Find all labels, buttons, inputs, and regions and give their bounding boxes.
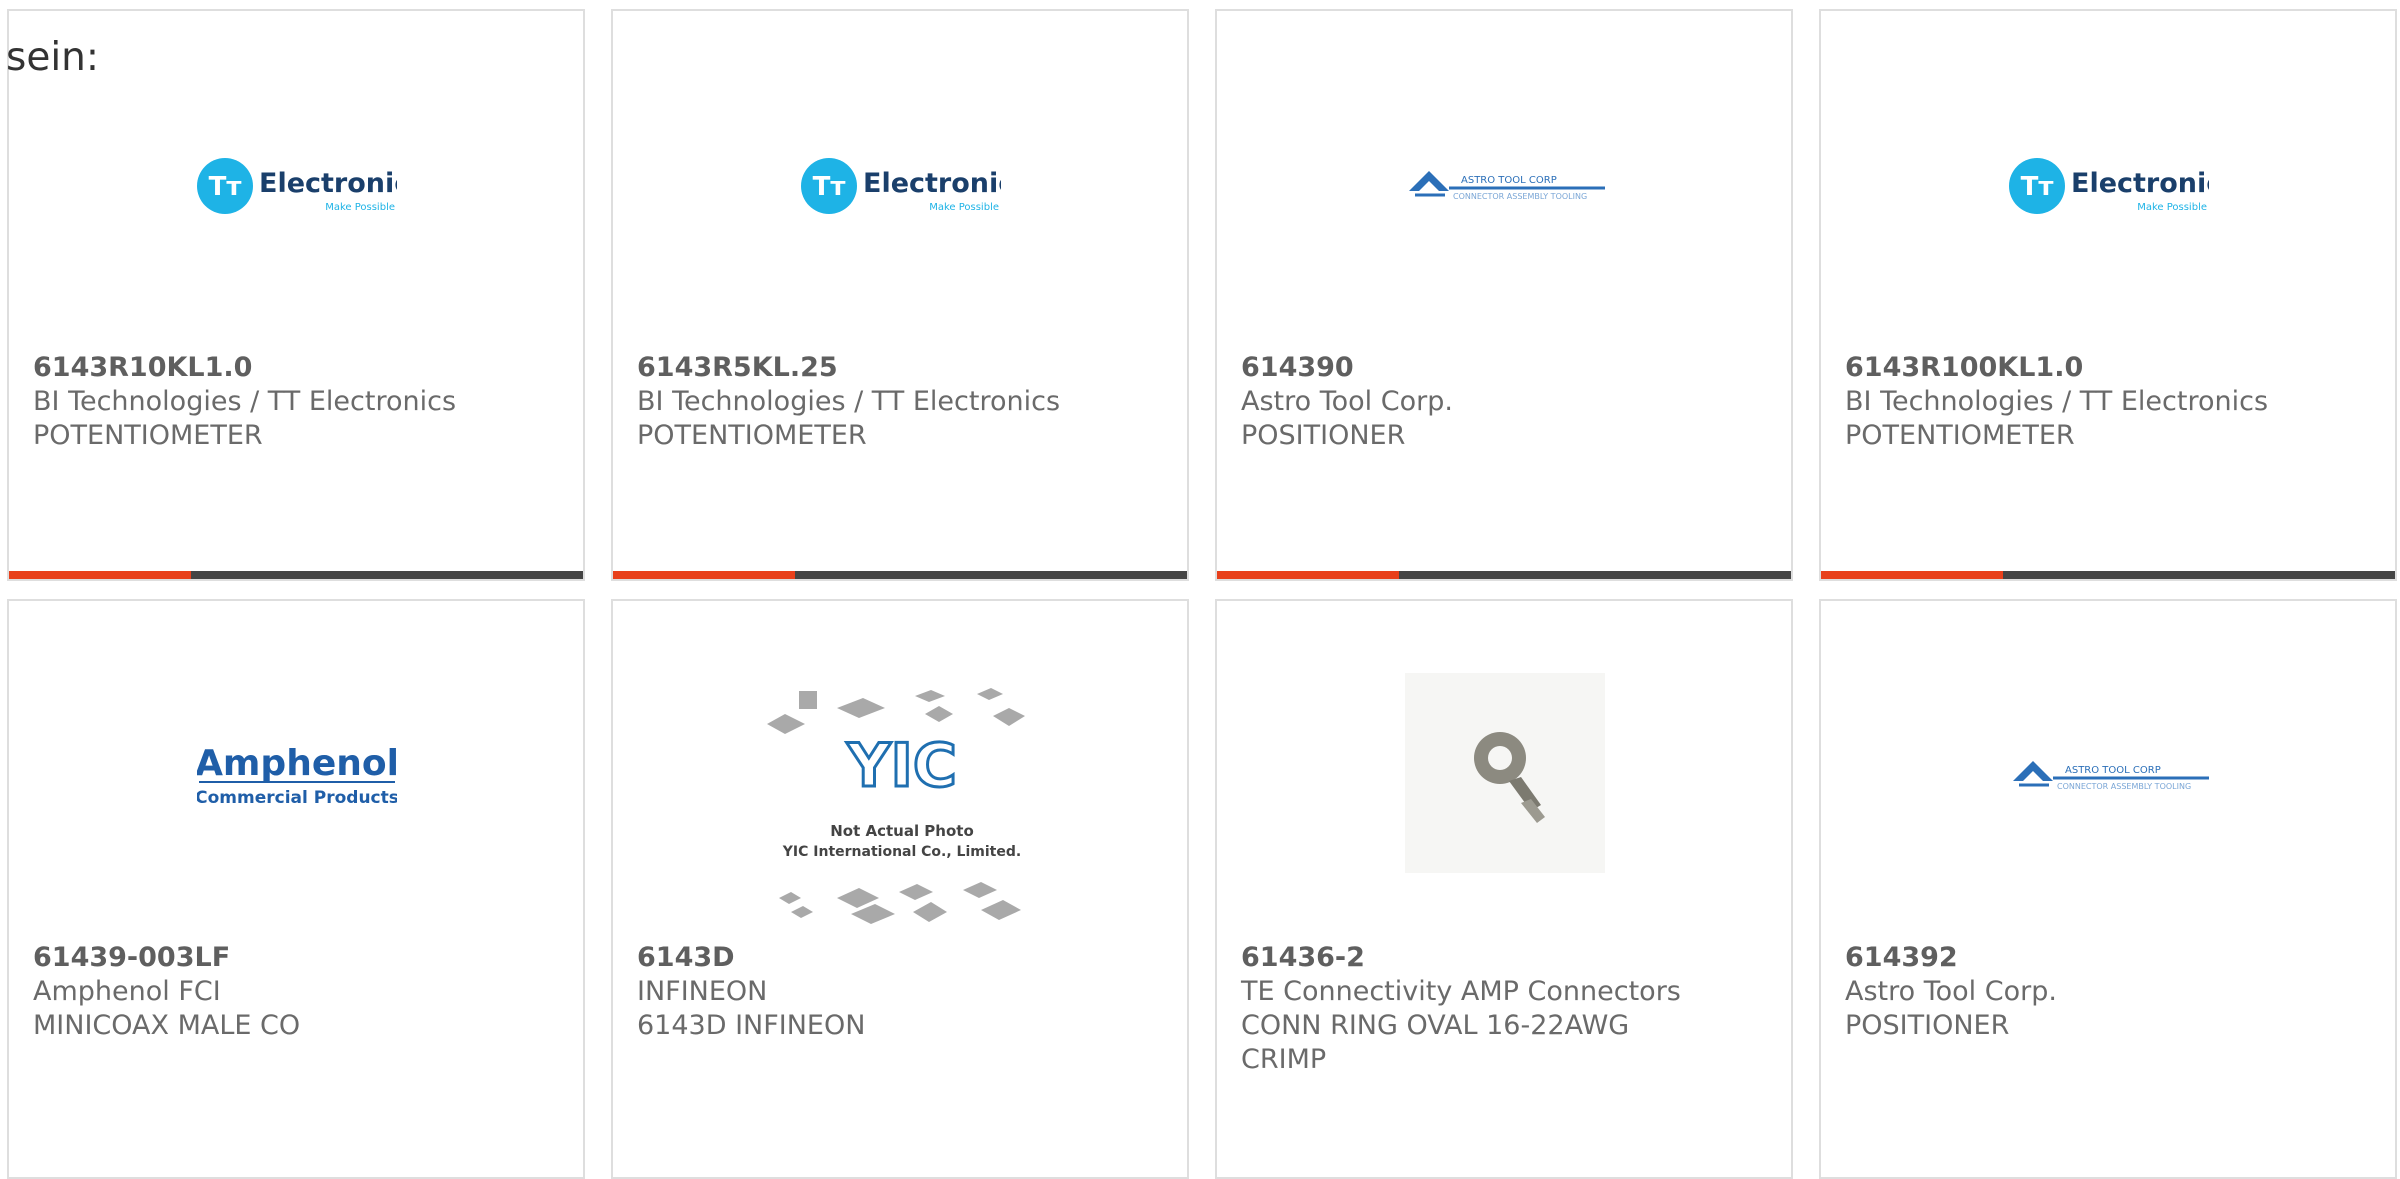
- product-card[interactable]: ASTRO TOOL CORP CONNECTOR ASSEMBLY TOOLI…: [1215, 9, 1793, 581]
- svg-text:Make Possible: Make Possible: [2137, 202, 2207, 213]
- part-number[interactable]: 6143R10KL1.0: [33, 351, 553, 385]
- svg-text:CONNECTOR ASSEMBLY TOOLING: CONNECTOR ASSEMBLY TOOLING: [1453, 192, 1587, 201]
- amphenol-logo-graphic: Amphenol Commercial Products: [197, 743, 397, 808]
- astro-tool-logo[interactable]: ASTRO TOOL CORP CONNECTOR ASSEMBLY TOOLI…: [1405, 121, 1605, 251]
- svg-text:Not Actual Photo: Not Actual Photo: [830, 822, 974, 840]
- manufacturer: Astro Tool Corp.: [1241, 386, 1453, 417]
- product-info: 61436-2 TE Connectivity AMP Connectors C…: [1241, 941, 1761, 1077]
- ring-terminal-graphic: [1474, 732, 1545, 823]
- product-grid: Tт Electronics Make Possible 6143R10KL1.…: [0, 0, 2400, 1179]
- description-continued: CRIMP: [1241, 1044, 1327, 1075]
- svg-text:YIC: YIC: [846, 731, 957, 801]
- product-card[interactable]: ASTRO TOOL CORP CONNECTOR ASSEMBLY TOOLI…: [1819, 599, 2397, 1179]
- product-card[interactable]: 61436-2 TE Connectivity AMP Connectors C…: [1215, 599, 1793, 1179]
- description: POSITIONER: [1241, 420, 1406, 451]
- description: POTENTIOMETER: [33, 420, 263, 451]
- svg-text:Tт: Tт: [209, 172, 242, 202]
- part-number[interactable]: 614390: [1241, 351, 1761, 385]
- description: POTENTIOMETER: [1845, 420, 2075, 451]
- manufacturer: Astro Tool Corp.: [1845, 976, 2057, 1007]
- astro-tool-logo-graphic: ASTRO TOOL CORP CONNECTOR ASSEMBLY TOOLI…: [1409, 171, 1605, 201]
- yic-placeholder-image[interactable]: YIC Not Actual Photo YIC International C…: [767, 686, 1037, 931]
- product-card[interactable]: YIC Not Actual Photo YIC International C…: [611, 599, 1189, 1179]
- svg-text:Amphenol: Amphenol: [197, 743, 397, 784]
- tt-electronics-logo-graphic: Tт Electronics Make Possible: [801, 158, 1001, 214]
- card-accent-bar: [613, 571, 795, 579]
- manufacturer: BI Technologies / TT Electronics: [33, 386, 457, 417]
- svg-text:Make Possible: Make Possible: [929, 202, 999, 213]
- description: MINICOAX MALE CO: [33, 1010, 301, 1041]
- svg-text:Electronics: Electronics: [2071, 168, 2209, 199]
- svg-text:Electronics: Electronics: [863, 168, 1001, 199]
- svg-text:Make Possible: Make Possible: [325, 202, 395, 213]
- product-info: 6143R100KL1.0 BI Technologies / TT Elect…: [1845, 351, 2365, 453]
- astro-tool-logo-graphic: ASTRO TOOL CORP CONNECTOR ASSEMBLY TOOLI…: [2013, 761, 2209, 791]
- tt-electronics-logo-graphic: Tт Electronics Make Possible: [2009, 158, 2209, 214]
- card-accent-bar: [1217, 571, 1399, 579]
- product-info: 614392 Astro Tool Corp. POSITIONER: [1845, 941, 2365, 1043]
- intro-text: sein:: [6, 35, 100, 80]
- ring-terminal-photo[interactable]: [1405, 673, 1605, 873]
- description: 6143D INFINEON: [637, 1010, 866, 1041]
- description: CONN RING OVAL 16-22AWG: [1241, 1010, 1630, 1041]
- svg-text:ASTRO TOOL CORP: ASTRO TOOL CORP: [1461, 175, 1557, 186]
- part-number[interactable]: 6143D: [637, 941, 1157, 975]
- svg-text:ASTRO TOOL CORP: ASTRO TOOL CORP: [2065, 765, 2161, 776]
- part-number[interactable]: 61436-2: [1241, 941, 1761, 975]
- logo-text: Electronics: [259, 168, 397, 199]
- astro-tool-logo[interactable]: ASTRO TOOL CORP CONNECTOR ASSEMBLY TOOLI…: [2009, 711, 2209, 841]
- tt-electronics-logo-graphic: Tт Electronics Make Possible: [197, 158, 397, 214]
- product-info: 6143R5KL.25 BI Technologies / TT Electro…: [637, 351, 1157, 453]
- part-number[interactable]: 61439-003LF: [33, 941, 553, 975]
- svg-text:Tт: Tт: [813, 172, 846, 202]
- card-accent-bar: [9, 571, 191, 579]
- part-number[interactable]: 6143R5KL.25: [637, 351, 1157, 385]
- product-card[interactable]: Amphenol Commercial Products 61439-003LF…: [7, 599, 585, 1179]
- manufacturer: BI Technologies / TT Electronics: [637, 386, 1061, 417]
- product-card[interactable]: Tт Electronics Make Possible 6143R10KL1.…: [7, 9, 585, 581]
- product-card[interactable]: Tт Electronics Make Possible 6143R5KL.25…: [611, 9, 1189, 581]
- manufacturer: INFINEON: [637, 976, 768, 1007]
- card-footer-bar: [9, 571, 583, 579]
- description: POTENTIOMETER: [637, 420, 867, 451]
- tt-electronics-logo[interactable]: Tт Electronics Make Possible: [197, 121, 397, 251]
- manufacturer: TE Connectivity AMP Connectors: [1241, 976, 1681, 1007]
- product-info: 614390 Astro Tool Corp. POSITIONER: [1241, 351, 1761, 453]
- svg-text:YIC International Co., Limited: YIC International Co., Limited.: [782, 844, 1021, 860]
- svg-text:CONNECTOR ASSEMBLY TOOLING: CONNECTOR ASSEMBLY TOOLING: [2057, 782, 2191, 791]
- part-number[interactable]: 614392: [1845, 941, 2365, 975]
- card-footer-bar: [1217, 571, 1791, 579]
- manufacturer: Amphenol FCI: [33, 976, 221, 1007]
- svg-text:Commercial Products: Commercial Products: [197, 788, 397, 808]
- svg-text:Tт: Tт: [2021, 172, 2054, 202]
- yic-placeholder-graphic: YIC Not Actual Photo YIC International C…: [767, 688, 1025, 924]
- card-accent-bar: [1821, 571, 2003, 579]
- product-info: 6143R10KL1.0 BI Technologies / TT Electr…: [33, 351, 553, 453]
- product-info: 61439-003LF Amphenol FCI MINICOAX MALE C…: [33, 941, 553, 1043]
- product-card[interactable]: Tт Electronics Make Possible 6143R100KL1…: [1819, 9, 2397, 581]
- product-info: 6143D INFINEON 6143D INFINEON: [637, 941, 1157, 1043]
- part-number[interactable]: 6143R100KL1.0: [1845, 351, 2365, 385]
- manufacturer: BI Technologies / TT Electronics: [1845, 386, 2269, 417]
- tt-electronics-logo[interactable]: Tт Electronics Make Possible: [2009, 121, 2209, 251]
- card-footer-bar: [1821, 571, 2395, 579]
- tt-electronics-logo[interactable]: Tт Electronics Make Possible: [801, 121, 1001, 251]
- description: POSITIONER: [1845, 1010, 2010, 1041]
- card-footer-bar: [613, 571, 1187, 579]
- amphenol-logo[interactable]: Amphenol Commercial Products: [197, 711, 397, 841]
